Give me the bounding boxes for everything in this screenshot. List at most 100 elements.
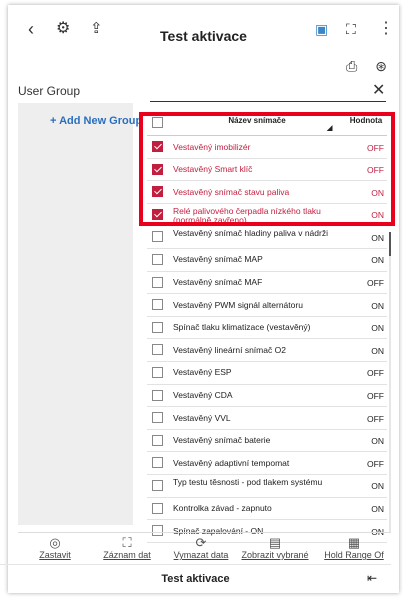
sensor-name: Relé palivového čerpadla nízkého tlaku (… xyxy=(173,205,321,225)
bottom-title: Test aktivace xyxy=(161,573,230,585)
refresh-icon: ⟳ xyxy=(195,535,207,550)
scrollbar[interactable] xyxy=(389,232,391,532)
sensor-value: ON xyxy=(371,210,384,221)
sensor-name: Vestavěný lineární snímač O2 xyxy=(173,344,286,355)
list-icon: ▤ xyxy=(268,535,282,550)
sensor-name: Vestavěný snímač stavu paliva xyxy=(173,186,290,197)
sensor-name: Vestavěný snímač MAP xyxy=(173,254,263,265)
record-button[interactable]: ⛶ Záznam dat xyxy=(90,535,164,560)
sensor-value: ON xyxy=(371,436,384,447)
sensor-name: Vestavěný ESP xyxy=(173,367,232,378)
table-row[interactable]: Vestavěný lineární snímač O2 ON xyxy=(147,339,387,362)
collapse-icon[interactable]: ⇤ xyxy=(367,571,377,585)
row-checkbox[interactable] xyxy=(152,208,163,220)
table-row[interactable]: Vestavěný imobilizér OFF xyxy=(147,136,387,159)
table-row[interactable]: Vestavěný Smart klíč OFF xyxy=(147,159,387,182)
bottom-bar: Test aktivace ⇤ xyxy=(0,564,391,589)
sensor-name: Vestavěný PWM signál alternátoru xyxy=(173,299,303,310)
sensor-name: Vestavěný snímač baterie xyxy=(173,435,271,446)
close-icon[interactable]: ✕ xyxy=(372,80,385,100)
sensor-value: OFF xyxy=(367,278,384,289)
stop-button[interactable]: ◎ Zastavit xyxy=(18,535,92,560)
stop-icon: ◎ xyxy=(49,535,61,550)
table-header: Název snímače ◢ Hodnota xyxy=(147,112,387,136)
sensor-value: ON xyxy=(371,504,384,514)
sensor-name: Vestavěný imobilizér xyxy=(173,141,251,152)
row-checkbox[interactable] xyxy=(152,186,163,198)
sensor-table: Název snímače ◢ Hodnota Vestavěný imobil… xyxy=(147,112,387,543)
sensor-value: OFF xyxy=(367,368,384,379)
record-icon: ⛶ xyxy=(122,535,132,550)
row-checkbox[interactable] xyxy=(152,231,163,243)
row-checkbox[interactable] xyxy=(152,366,163,378)
row-checkbox[interactable] xyxy=(152,412,163,424)
table-row[interactable]: Vestavěný CDA OFF xyxy=(147,385,387,408)
table-row[interactable]: Vestavěný PWM signál alternátoru ON xyxy=(147,294,387,317)
add-new-group-button[interactable]: + Add New Group xyxy=(50,115,142,127)
row-checkbox[interactable] xyxy=(152,253,163,265)
table-row[interactable]: Vestavěný snímač hladiny paliva v nádrži… xyxy=(147,226,387,249)
table-row[interactable]: Vestavěný adaptivní tempomat OFF xyxy=(147,452,387,475)
sensor-name: Kontrolka závad - zapnuto xyxy=(173,503,272,513)
table-row[interactable]: Relé palivového čerpadla nízkého tlaku (… xyxy=(147,204,387,227)
row-checkbox[interactable] xyxy=(152,434,163,446)
show-selected-button[interactable]: ▤ Zobrazit vybrané xyxy=(238,535,312,560)
clear-data-button[interactable]: ⟳ Vymazat data xyxy=(164,535,238,560)
sensor-name: Spínač tlaku klimatizace (vestavěný) xyxy=(173,322,311,333)
row-checkbox[interactable] xyxy=(152,141,163,152)
table-row[interactable]: Vestavěný snímač MAF OFF xyxy=(147,272,387,295)
sensor-value: ON xyxy=(371,187,384,198)
sensor-value: ON xyxy=(371,323,384,334)
table-row[interactable]: Spínač tlaku klimatizace (vestavěný) ON xyxy=(147,317,387,340)
hold-range-button[interactable]: ▦ Hold Range Of xyxy=(317,535,391,560)
sensor-name: Vestavěný CDA xyxy=(173,390,233,401)
sensor-value: OFF xyxy=(367,165,384,176)
row-checkbox[interactable] xyxy=(152,344,163,356)
sensor-value: OFF xyxy=(367,391,384,402)
sub-toolbar: ⎙ ⊛ xyxy=(346,58,387,75)
sort-icon[interactable]: ◢ xyxy=(327,124,332,132)
sensor-name: Typ testu těsnosti - pod tlakem systému xyxy=(173,476,323,487)
scrollbar-thumb[interactable] xyxy=(389,232,391,256)
sensor-value: OFF xyxy=(367,142,384,153)
sensor-value: ON xyxy=(371,481,384,492)
row-checkbox[interactable] xyxy=(152,502,163,514)
table-row[interactable]: Vestavěný snímač baterie ON xyxy=(147,430,387,453)
row-checkbox[interactable] xyxy=(152,163,163,175)
settings-icon[interactable]: ⊛ xyxy=(375,58,387,75)
group-sidebar xyxy=(18,103,133,525)
sensor-name: Vestavěný VVL xyxy=(173,412,231,423)
table-row[interactable]: Vestavěný snímač MAP ON xyxy=(147,249,387,272)
select-all-checkbox[interactable] xyxy=(152,117,163,128)
user-group-label: User Group xyxy=(18,84,81,98)
table-row[interactable]: Kontrolka závad - zapnuto ON xyxy=(147,498,387,521)
row-checkbox[interactable] xyxy=(152,389,163,401)
sensor-value: OFF xyxy=(367,458,384,469)
table-body: Vestavěný imobilizér OFF Vestavěný Smart k… xyxy=(147,136,387,543)
table-row[interactable]: Vestavěný snímač stavu paliva ON xyxy=(147,181,387,204)
sensor-name: Vestavěný snímač MAF xyxy=(173,277,263,288)
table-row[interactable]: Typ testu těsnosti - pod tlakem systému O… xyxy=(147,475,387,498)
row-checkbox[interactable] xyxy=(152,479,163,491)
page-title: Test aktivace xyxy=(160,28,247,44)
sensor-value: ON xyxy=(371,300,384,311)
sensor-value: OFF xyxy=(367,413,384,424)
print-icon[interactable]: ⎙ xyxy=(346,58,357,75)
table-row[interactable]: Vestavěný VVL OFF xyxy=(147,407,387,430)
sensor-name: Vestavěný Smart klíč xyxy=(173,164,253,175)
sensor-name: Vestavěný adaptivní tempomat xyxy=(173,457,290,468)
row-checkbox[interactable] xyxy=(152,457,163,469)
sensor-value: ON xyxy=(371,255,384,266)
row-checkbox[interactable] xyxy=(152,321,163,333)
row-checkbox[interactable] xyxy=(152,299,163,311)
sensor-value: ON xyxy=(371,345,384,356)
row-checkbox[interactable] xyxy=(152,276,163,288)
column-header-value[interactable]: Hodnota xyxy=(345,116,387,125)
sensor-name: Vestavěný snímač hladiny paliva v nádrži xyxy=(173,228,328,239)
table-row[interactable]: Vestavěný ESP OFF xyxy=(147,362,387,385)
column-header-name[interactable]: Název snímače xyxy=(177,116,337,125)
divider xyxy=(150,101,386,102)
bottom-toolbar: ◎ Zastavit ⛶ Záznam dat ⟳ Vymazat data ▤… xyxy=(18,532,391,565)
hold-icon: ▦ xyxy=(347,535,361,550)
sensor-value: ON xyxy=(371,232,384,243)
